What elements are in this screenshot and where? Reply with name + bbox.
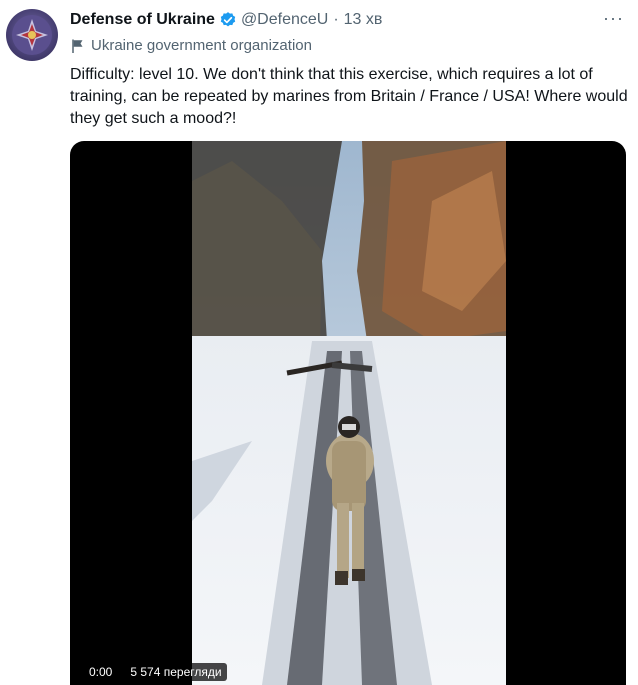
timestamp[interactable]: 13 хв xyxy=(344,11,383,29)
video-overlay: 0:00 5 574 перегляди xyxy=(84,663,227,681)
avatar[interactable] xyxy=(6,9,58,61)
emblem-icon xyxy=(12,15,52,55)
video-player[interactable]: 0:00 5 574 перегляди xyxy=(70,141,626,685)
view-count: 5 574 перегляди xyxy=(125,663,227,681)
video-frame[interactable] xyxy=(192,141,506,685)
display-name[interactable]: Defense of Ukraine xyxy=(70,11,215,29)
affiliation-label: Ukraine government organization xyxy=(70,37,312,54)
affiliation-text: Ukraine government organization xyxy=(91,37,312,54)
flag-icon xyxy=(72,39,83,53)
verified-badge-icon xyxy=(219,11,237,29)
video-timestamp: 0:00 xyxy=(84,663,118,681)
handle[interactable]: @DefenceU xyxy=(241,11,328,29)
tweet-header: Defense of Ukraine @DefenceU · 13 хв xyxy=(70,11,382,29)
more-icon[interactable]: ··· xyxy=(603,8,624,29)
separator-dot: · xyxy=(333,11,339,28)
tweet-text: Difficulty: level 10. We don't think tha… xyxy=(70,66,628,127)
